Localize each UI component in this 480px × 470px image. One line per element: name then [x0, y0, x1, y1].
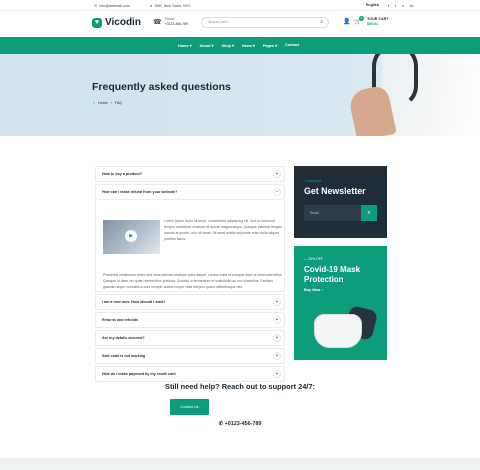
faq-answer-text-2: Phasellus vestibulum lorem sed risus ult… — [103, 273, 283, 289]
language-selector[interactable]: English — [366, 3, 379, 7]
breadcrumb-separator: › — [110, 101, 112, 105]
faq-accordion: How to buy a product? + How can i make r… — [95, 166, 285, 384]
promo-title: Covid-19 Mask Protection — [304, 265, 361, 284]
faq-item[interactable]: Are my details secured? + — [95, 330, 285, 346]
main-nav: Home ▾ About ▾ Shop ▾ News ▾ Pages ▾ Con… — [0, 37, 480, 54]
top-address-text: 15/K, New Yoren, NYC — [154, 3, 191, 8]
breadcrumb: ⌂ Home › FAQ — [93, 101, 122, 105]
promo-buy-link[interactable]: Buy Now › — [304, 288, 323, 292]
faq-item[interactable]: I am a new user. How should I start? + — [95, 294, 285, 310]
plus-icon[interactable]: + — [273, 298, 281, 306]
faq-question: Returns and refunds — [102, 318, 139, 322]
plus-icon[interactable]: + — [273, 352, 281, 360]
twitter-icon[interactable]: t — [395, 3, 396, 8]
nav-news-label: News — [241, 44, 252, 48]
mail-icon: ✉ — [94, 3, 98, 8]
faq-question: Sale code is not working — [102, 354, 146, 358]
support-heading: Still need help? Reach out to support 24… — [165, 382, 315, 391]
promo-discount: — 20% OFF — [304, 257, 323, 261]
top-address: ● 15/K, New Yoren, NYC — [150, 3, 191, 8]
nav-about[interactable]: About ▾ — [200, 43, 214, 48]
nav-news[interactable]: News ▾ — [242, 43, 255, 48]
heart-logo-icon: ♥ — [92, 17, 102, 28]
plus-icon[interactable]: + — [273, 316, 281, 324]
top-email[interactable]: ✉ info@webmail.com — [94, 3, 130, 8]
phone-icon: ☎ — [153, 18, 162, 26]
nav-pages-label: Pages — [262, 44, 275, 48]
faq-item-open[interactable]: How can i make refund from your website?… — [95, 184, 285, 200]
top-bar: ✉ info@webmail.com ● 15/K, New Yoren, NY… — [0, 0, 480, 11]
arrow-right-icon: › — [321, 288, 323, 292]
newsletter-email-input[interactable]: Email — [304, 205, 361, 221]
search-icon: ⌕ — [367, 210, 371, 216]
breadcrumb-current: FAQ — [114, 101, 123, 105]
faq-question: How can i make refund from your website? — [102, 190, 178, 194]
faq-item[interactable]: How do I make payment by my credit card … — [95, 366, 285, 382]
user-icon[interactable]: 👤 — [343, 18, 350, 25]
nav-shop-label: Shop — [221, 44, 231, 48]
plus-icon[interactable]: + — [273, 334, 281, 342]
nav-shop[interactable]: Shop ▾ — [221, 43, 233, 48]
header-phone[interactable]: ☎ Phone +0123-456-789 — [153, 17, 188, 26]
newsletter-subtitle: // subscribe — [304, 179, 322, 183]
nav-home[interactable]: Home ▾ — [178, 43, 192, 48]
cart-count-badge: 0 — [359, 16, 364, 21]
white-mask-image — [314, 314, 362, 348]
nav-home-label: Home — [178, 44, 189, 48]
search-input[interactable]: Search here... ⌕ — [201, 17, 329, 28]
plus-icon[interactable]: + — [273, 370, 281, 378]
support-phone[interactable]: ✆ +0123-456-789 — [0, 421, 480, 427]
nav-contact-label: Contact — [284, 43, 300, 47]
vimeo-icon[interactable]: v — [402, 3, 404, 8]
language-label: English — [366, 3, 379, 7]
nav-pages[interactable]: Pages ▾ — [263, 43, 277, 48]
brand-name: Vicodin — [105, 17, 141, 28]
footer-strip — [0, 458, 480, 470]
faq-item[interactable]: Sale code is not working + — [95, 348, 285, 364]
newsletter-submit-button[interactable]: ⌕ — [361, 205, 377, 221]
faq-answer-text: Lorem ipsum dolor sit amet, consectetur … — [164, 219, 282, 241]
promo-cta: Buy Now — [304, 288, 321, 292]
top-email-text: info@webmail.com — [99, 3, 130, 8]
plus-icon[interactable]: + — [273, 170, 281, 178]
newsletter-widget: // subscribe Get Newsletter Email ⌕ — [294, 166, 387, 238]
facebook-icon[interactable]: f — [388, 3, 389, 8]
newsletter-title: Get Newsletter — [304, 186, 366, 196]
phone-number: +0123-456-789 — [164, 21, 188, 26]
faq-question: How to buy a product? — [102, 172, 142, 176]
nav-contact[interactable]: Contact — [285, 43, 299, 48]
faq-answer: ▶ Lorem ipsum dolor sit amet, consectetu… — [95, 200, 285, 292]
minus-icon[interactable]: − — [273, 188, 281, 196]
faq-item[interactable]: Returns and refunds + — [95, 312, 285, 328]
faq-question: How do I make payment by my credit card — [102, 372, 176, 376]
location-icon: ● — [150, 3, 153, 8]
newsletter-placeholder: Email — [310, 211, 319, 215]
cart-price: $00.01 — [367, 22, 378, 26]
site-header: ♥ Vicodin ☎ Phone +0123-456-789 Search h… — [0, 11, 480, 37]
nav-about-label: About — [199, 44, 211, 48]
promo-banner[interactable]: — 20% OFF Covid-19 Mask Protection Buy N… — [294, 246, 387, 360]
cart-info[interactable]: YOUR CART $00.01 — [367, 17, 388, 27]
contact-us-button[interactable]: Contact Us — [170, 399, 209, 415]
faq-question: I am a new user. How should I start? — [102, 300, 166, 304]
search-placeholder: Search here... — [208, 20, 231, 24]
home-icon: ⌂ — [93, 101, 96, 105]
support-phone-number: +0123-456-789 — [224, 421, 262, 427]
page-title: Frequently asked questions — [92, 81, 231, 93]
breadcrumb-home[interactable]: Home — [98, 101, 108, 105]
faq-question: Are my details secured? — [102, 336, 145, 340]
social-links: f t v in — [388, 3, 413, 8]
page-banner: Frequently asked questions ⌂ Home › FAQ — [0, 54, 480, 136]
faq-item[interactable]: How to buy a product? + — [95, 166, 285, 182]
logo[interactable]: ♥ Vicodin — [92, 17, 141, 28]
linkedin-icon[interactable]: in — [410, 3, 413, 8]
search-icon[interactable]: ⌕ — [320, 18, 323, 27]
play-icon[interactable]: ▶ — [125, 230, 137, 242]
